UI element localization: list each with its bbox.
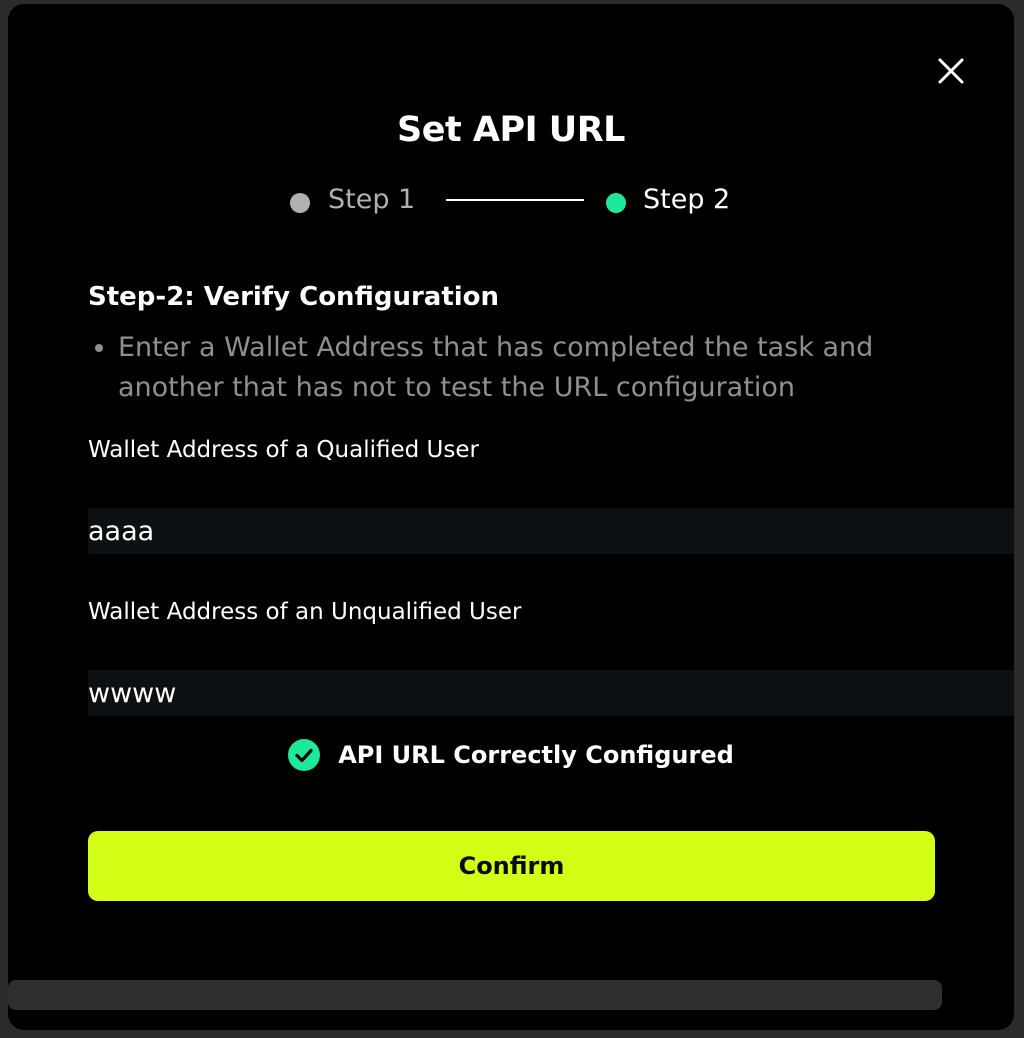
instructions-list: Enter a Wallet Address that has complete… [88, 328, 928, 408]
configuration-status: API URL Correctly Configured [8, 738, 1014, 772]
step-2-dot [606, 193, 626, 213]
confirm-button[interactable]: Confirm [88, 831, 935, 901]
step-2-label: Step 2 [643, 184, 731, 215]
stepper: Step 1 Step 2 [288, 182, 748, 222]
horizontal-scrollbar[interactable] [8, 980, 942, 1010]
unqualified-wallet-input[interactable] [88, 670, 1014, 716]
close-icon[interactable] [936, 56, 966, 86]
step-1-label: Step 1 [328, 184, 416, 215]
unqualified-user-label: Wallet Address of an Unqualified User [88, 599, 522, 625]
step-1-dot [290, 193, 310, 213]
set-api-url-dialog: Set API URL Step 1 Step 2 Step-2: Verify… [8, 4, 1014, 1030]
step-connector [446, 199, 584, 201]
status-text: API URL Correctly Configured [338, 741, 734, 769]
check-circle-icon [288, 739, 321, 771]
qualified-wallet-input[interactable] [88, 508, 1014, 554]
instruction-item: Enter a Wallet Address that has complete… [118, 328, 928, 408]
qualified-user-label: Wallet Address of a Qualified User [88, 437, 479, 463]
section-heading: Step-2: Verify Configuration [88, 282, 500, 312]
close-button[interactable] [936, 56, 966, 86]
dialog-title: Set API URL [397, 110, 625, 150]
